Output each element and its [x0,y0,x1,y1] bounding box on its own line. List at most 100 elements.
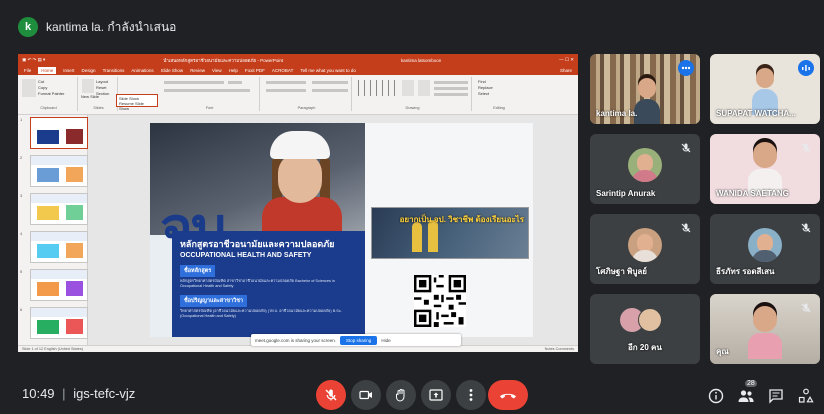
smartart-button[interactable] [312,89,348,92]
meeting-code[interactable]: igs-tefc-vjz [73,386,135,401]
resume-slideshow-button[interactable]: Resume Slide Show [119,101,155,111]
ribbon-group-slides: New Slide Layout Reset Section Slides [80,77,118,111]
text-direction-button[interactable] [312,81,348,84]
quick-styles-icon[interactable] [418,80,430,96]
share-button[interactable]: Share [560,68,572,73]
more-options-button[interactable] [456,380,486,410]
ribbon-label-paragraph: Paragraph [297,106,316,110]
slideshow-popup[interactable]: Slide Show Resume Slide Show [116,94,158,111]
slide-thumbnail[interactable] [30,269,88,301]
program-name-detail: หลักสูตรวิทยาศาสตรบัณฑิต สาขาวิชาอาชีวอน… [180,279,335,288]
mic-toggle-button[interactable] [316,380,346,410]
leave-call-button[interactable] [488,380,528,410]
ribbon-label-font: Font [205,106,214,110]
raise-hand-button[interactable] [386,380,416,410]
activities-button[interactable] [796,386,816,406]
replace-button[interactable]: Replace [478,85,493,90]
stop-sharing-button[interactable]: Stop sharing [340,335,378,345]
mic-muted-icon [798,220,814,236]
ribbon-label-drawing: Drawing [405,106,420,110]
slide-thumbnail[interactable] [30,231,88,263]
tab-view[interactable]: View [212,68,222,73]
tab-animations[interactable]: Animations [131,68,153,73]
section-button[interactable]: Section [96,91,109,96]
slide-thumbnail[interactable] [30,193,88,225]
ppt-window-title: นำเสนอหลักสูตรอาชีวอนามัยและความปลอดภัย … [163,57,284,63]
cut-button[interactable]: Cut [38,79,44,84]
more-participants-tile[interactable]: อีก 20 คน [590,294,700,364]
participant-name: Sarintip Anurak [596,189,656,198]
camera-toggle-button[interactable] [351,380,381,410]
shape-outline-button[interactable] [434,87,468,90]
more-participants-label: อีก 20 คน [628,343,662,352]
find-button[interactable]: Find [478,79,486,84]
slide-thumbnail[interactable] [30,307,88,339]
participant-tile[interactable]: kantima la. [590,54,700,124]
activities-icon [798,388,814,403]
window-controls[interactable]: — ☐ ✕ [559,57,574,63]
participant-tile[interactable]: WANIDA SAETANG [710,134,820,204]
participant-tile[interactable]: ธีรภัทร รอดสีเสน [710,214,820,284]
slide-thumbnail[interactable] [30,117,88,149]
arrange-icon[interactable] [402,80,414,96]
tab-foxit[interactable]: Foxit PDF [245,68,265,73]
workers-photo: อยากเป็น จป. วิชาชีพ ต้องเรียนอะไร [371,207,529,259]
ribbon-group-editing: Find Replace Select Editing [474,77,524,111]
list-buttons[interactable] [266,81,306,84]
align-buttons[interactable] [266,89,306,92]
presenter-label: kantima la. กำลังนำเสนอ [46,19,177,34]
tab-acrobat[interactable]: ACROBAT [272,68,293,73]
copy-button[interactable]: Copy [38,85,47,90]
select-button[interactable]: Select [478,91,489,96]
tab-file[interactable]: File [24,68,31,73]
ppt-statusbar: Slide 1 of 12 English (United States) No… [18,345,578,352]
mic-muted-icon [798,140,814,156]
reset-button[interactable]: Reset [96,85,106,90]
participant-name: kantima la. [596,109,638,118]
tab-insert[interactable]: Insert [63,68,74,73]
program-title-th: หลักสูตรอาชีวอนามัยและความปลอดภัย [180,239,335,249]
paste-icon[interactable] [22,79,36,97]
mic-muted-icon [678,140,694,156]
participant-avatar [748,228,782,262]
ribbon-group-clipboard: Cut Copy Format Painter Clipboard [20,77,78,111]
ppt-ribbon-tabs: File Home Insert Design Transitions Anim… [18,66,578,75]
status-view-controls[interactable]: Notes Comments [545,347,574,351]
present-icon [429,389,443,401]
slide-thumbnail[interactable] [30,155,88,187]
shape-fill-button[interactable] [434,81,468,84]
present-screen-button[interactable] [421,380,451,410]
ribbon-group-drawing: Drawing [354,77,472,111]
tell-me-search[interactable]: Tell me what you want to do [300,68,356,73]
screen-share-notice: meet.google.com is sharing your screen. … [251,334,461,346]
participant-tile[interactable]: โศภิษฐา พิบูลย์ [590,214,700,284]
tab-transitions[interactable]: Transitions [103,68,125,73]
tab-design[interactable]: Design [82,68,96,73]
participant-tile[interactable]: คุณ [710,294,820,364]
tab-home[interactable]: Home [38,67,57,74]
participant-tile[interactable]: SUPAPAT WATCHA... [710,54,820,124]
shapes-gallery[interactable] [358,80,398,96]
ppt-quick-access[interactable]: ▣ ↶ ↷ ▤ ▾ [22,57,45,63]
tab-slide-show[interactable]: Slide Show [161,68,184,73]
font-name-box[interactable] [164,81,224,84]
participant-tile[interactable]: Sarintip Anurak [590,134,700,204]
ppt-account[interactable]: kantima latsomboon [401,58,441,63]
share-notice-text: meet.google.com is sharing your screen. [255,337,337,343]
shape-effects-button[interactable] [434,93,468,96]
format-painter-button[interactable]: Format Painter [38,91,64,96]
meeting-info: 10:49 | igs-tefc-vjz [22,386,136,401]
layout-button[interactable]: Layout [96,79,108,84]
font-size-box[interactable] [228,81,242,84]
hide-notice-button[interactable]: Hide [381,338,390,343]
font-format-buttons[interactable] [164,89,250,92]
people-button[interactable]: 28 [736,380,757,406]
meeting-details-button[interactable] [706,386,726,406]
new-slide-icon[interactable] [82,79,94,93]
tab-review[interactable]: Review [190,68,205,73]
photo-caption: อยากเป็น จป. วิชาชีพ ต้องเรียนอะไร [399,215,524,224]
tab-help[interactable]: Help [229,68,238,73]
current-slide[interactable]: จบ หลักสูตรอาชีวอนามัยและความปลอดภัย OCC… [150,123,533,337]
chat-button[interactable] [766,386,786,406]
info-icon [708,388,724,404]
